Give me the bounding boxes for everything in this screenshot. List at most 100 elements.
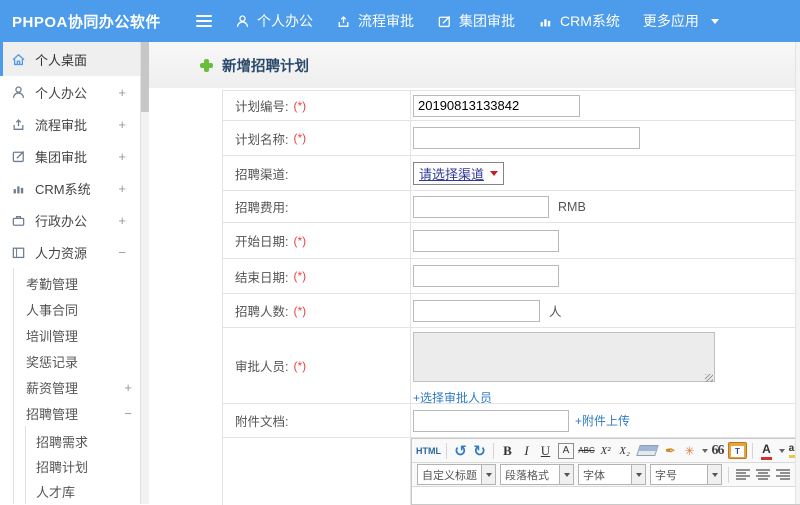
expand-toggle[interactable]: + [118, 181, 126, 196]
sidebar-item-attendance[interactable]: 考勤管理 [14, 270, 140, 296]
home-icon [11, 52, 26, 67]
sidebar-item-salary[interactable]: 薪资管理 + [14, 374, 140, 400]
form-row-channel: 招聘渠道: 请选择渠道 [223, 156, 800, 191]
resize-grip-icon[interactable] [705, 374, 713, 382]
align-left-icon[interactable] [736, 469, 750, 480]
caret-down-icon[interactable] [481, 465, 495, 484]
nav-personal-office[interactable]: 个人办公 [235, 11, 313, 31]
edit-square-icon [438, 15, 451, 27]
blockquote-button[interactable]: 66 [709, 441, 726, 460]
add-plus-icon [200, 58, 213, 72]
approver-textarea[interactable] [413, 332, 715, 382]
field-label-empty [223, 438, 411, 505]
expand-toggle[interactable]: + [118, 117, 126, 132]
required-mark: (*) [293, 303, 307, 318]
caret-down-icon[interactable] [707, 465, 721, 484]
person-icon [11, 85, 26, 100]
caret-down-icon[interactable] [631, 465, 645, 484]
form-row-start-date: 开始日期: (*) [223, 223, 800, 259]
caret-down-icon[interactable] [779, 448, 785, 453]
subscript-button[interactable]: X₂ [616, 441, 633, 460]
recruit-cost-input[interactable] [413, 195, 549, 218]
hamburger-menu-icon[interactable] [196, 15, 212, 27]
sidebar-item-group-approval[interactable]: 集团审批 + [0, 140, 140, 172]
sidebar-item-hr-contract[interactable]: 人事合同 [14, 296, 140, 322]
bold-button[interactable]: B [499, 441, 516, 460]
field-label-start-date: 开始日期: (*) [223, 223, 411, 258]
field-label-attachment: 附件文档: [223, 404, 411, 437]
undo-icon[interactable]: ↺ [452, 441, 469, 460]
paste-icon[interactable]: T [728, 442, 747, 459]
html-source-button[interactable]: HTML [416, 441, 441, 460]
channel-select[interactable]: 请选择渠道 [413, 161, 505, 185]
flow-approval-icon [11, 117, 26, 132]
attachment-upload-link[interactable]: +附件上传 [575, 412, 630, 429]
end-date-input[interactable] [413, 265, 559, 287]
editor-content-area[interactable] [412, 487, 800, 504]
caret-down-icon[interactable] [559, 465, 573, 484]
bar-chart-icon [11, 181, 26, 196]
redo-icon[interactable]: ↻ [471, 441, 488, 460]
plan-number-input[interactable] [413, 94, 580, 117]
start-date-input[interactable] [413, 229, 559, 252]
sidebar-item-label: CRM系统 [35, 181, 91, 197]
sidebar-scrollbar[interactable] [140, 42, 149, 504]
strikethrough-button[interactable]: ABC [578, 441, 595, 460]
sidebar-item-recruit-plan[interactable]: 招聘计划 [26, 454, 140, 479]
required-mark: (*) [293, 358, 307, 373]
sidebar: 个人桌面 个人办公 + 流程审批 + 集团审批 + CRM系统 + 行政办公 + [0, 42, 140, 504]
border-text-button[interactable]: A [558, 442, 574, 459]
form-row-approvers: 审批人员: (*) +选择审批人员 [223, 328, 800, 404]
nav-more-apps[interactable]: 更多应用 [643, 11, 719, 31]
form-row-headcount: 招聘人数: (*) 人 [223, 294, 800, 328]
nav-group-approval[interactable]: 集团审批 [437, 11, 515, 31]
sidebar-item-talent-pool[interactable]: 人才库 [26, 479, 140, 504]
form-row-attachment: 附件文档: +附件上传 [223, 404, 800, 438]
custom-title-combo[interactable]: 自定义标题 [417, 464, 496, 485]
headcount-input[interactable] [413, 299, 540, 322]
superscript-button[interactable]: X² [597, 441, 614, 460]
sidebar-item-admin-office[interactable]: 行政办公 + [0, 204, 140, 236]
format-painter-icon[interactable]: ✳ [681, 441, 698, 460]
sidebar-item-workflow-approval[interactable]: 流程审批 + [0, 108, 140, 140]
scrollbar-thumb[interactable] [141, 42, 149, 112]
caret-down-icon[interactable] [702, 448, 708, 453]
font-size-combo[interactable]: 字号 [650, 464, 722, 485]
sidebar-item-personal-desktop[interactable]: 个人桌面 [0, 42, 140, 76]
paragraph-format-combo[interactable]: 段落格式 [500, 464, 574, 485]
sidebar-item-recruitment[interactable]: 招聘管理 − [14, 400, 140, 426]
expand-toggle[interactable]: + [118, 149, 126, 164]
font-color-button[interactable]: A [758, 441, 775, 460]
align-right-icon[interactable] [776, 469, 790, 480]
field-label-text: 招聘人数: [235, 305, 289, 319]
sidebar-item-crm-system[interactable]: CRM系统 + [0, 172, 140, 204]
caret-down-icon [490, 170, 499, 176]
expand-toggle[interactable]: + [118, 85, 126, 100]
app-logo: PHPOA协同办公软件 [12, 13, 161, 31]
expand-toggle[interactable]: + [124, 380, 132, 395]
format-brush-icon[interactable]: ✒ [662, 441, 679, 460]
eraser-icon[interactable] [636, 445, 659, 456]
collapse-toggle[interactable]: − [124, 406, 132, 421]
form-row-plan-number: 计划编号: (*) [223, 91, 800, 121]
font-family-combo[interactable]: 字体 [578, 464, 646, 485]
expand-toggle[interactable]: + [118, 213, 126, 228]
align-center-icon[interactable] [756, 469, 770, 480]
sidebar-item-recruit-demand[interactable]: 招聘需求 [26, 429, 140, 454]
select-approver-link[interactable]: +选择审批人员 [413, 389, 492, 403]
page-scrollbar[interactable] [795, 42, 800, 504]
sidebar-item-personal-office[interactable]: 个人办公 + [0, 76, 140, 108]
plan-name-input[interactable] [413, 127, 640, 149]
currency-suffix: RMB [558, 199, 586, 214]
caret-down-icon [710, 18, 719, 24]
collapse-toggle[interactable]: − [118, 245, 126, 260]
page-title: 新增招聘计划 [222, 58, 309, 75]
sidebar-item-training[interactable]: 培训管理 [14, 322, 140, 348]
nav-workflow-approval[interactable]: 流程审批 [336, 11, 414, 31]
sidebar-item-reward-punishment[interactable]: 奖惩记录 [14, 348, 140, 374]
sidebar-item-human-resources[interactable]: 人力资源 − [0, 236, 140, 268]
attachment-input[interactable] [413, 409, 569, 432]
italic-button[interactable]: I [518, 441, 535, 460]
underline-button[interactable]: U [537, 441, 554, 460]
nav-crm-system[interactable]: CRM系统 [538, 11, 620, 31]
